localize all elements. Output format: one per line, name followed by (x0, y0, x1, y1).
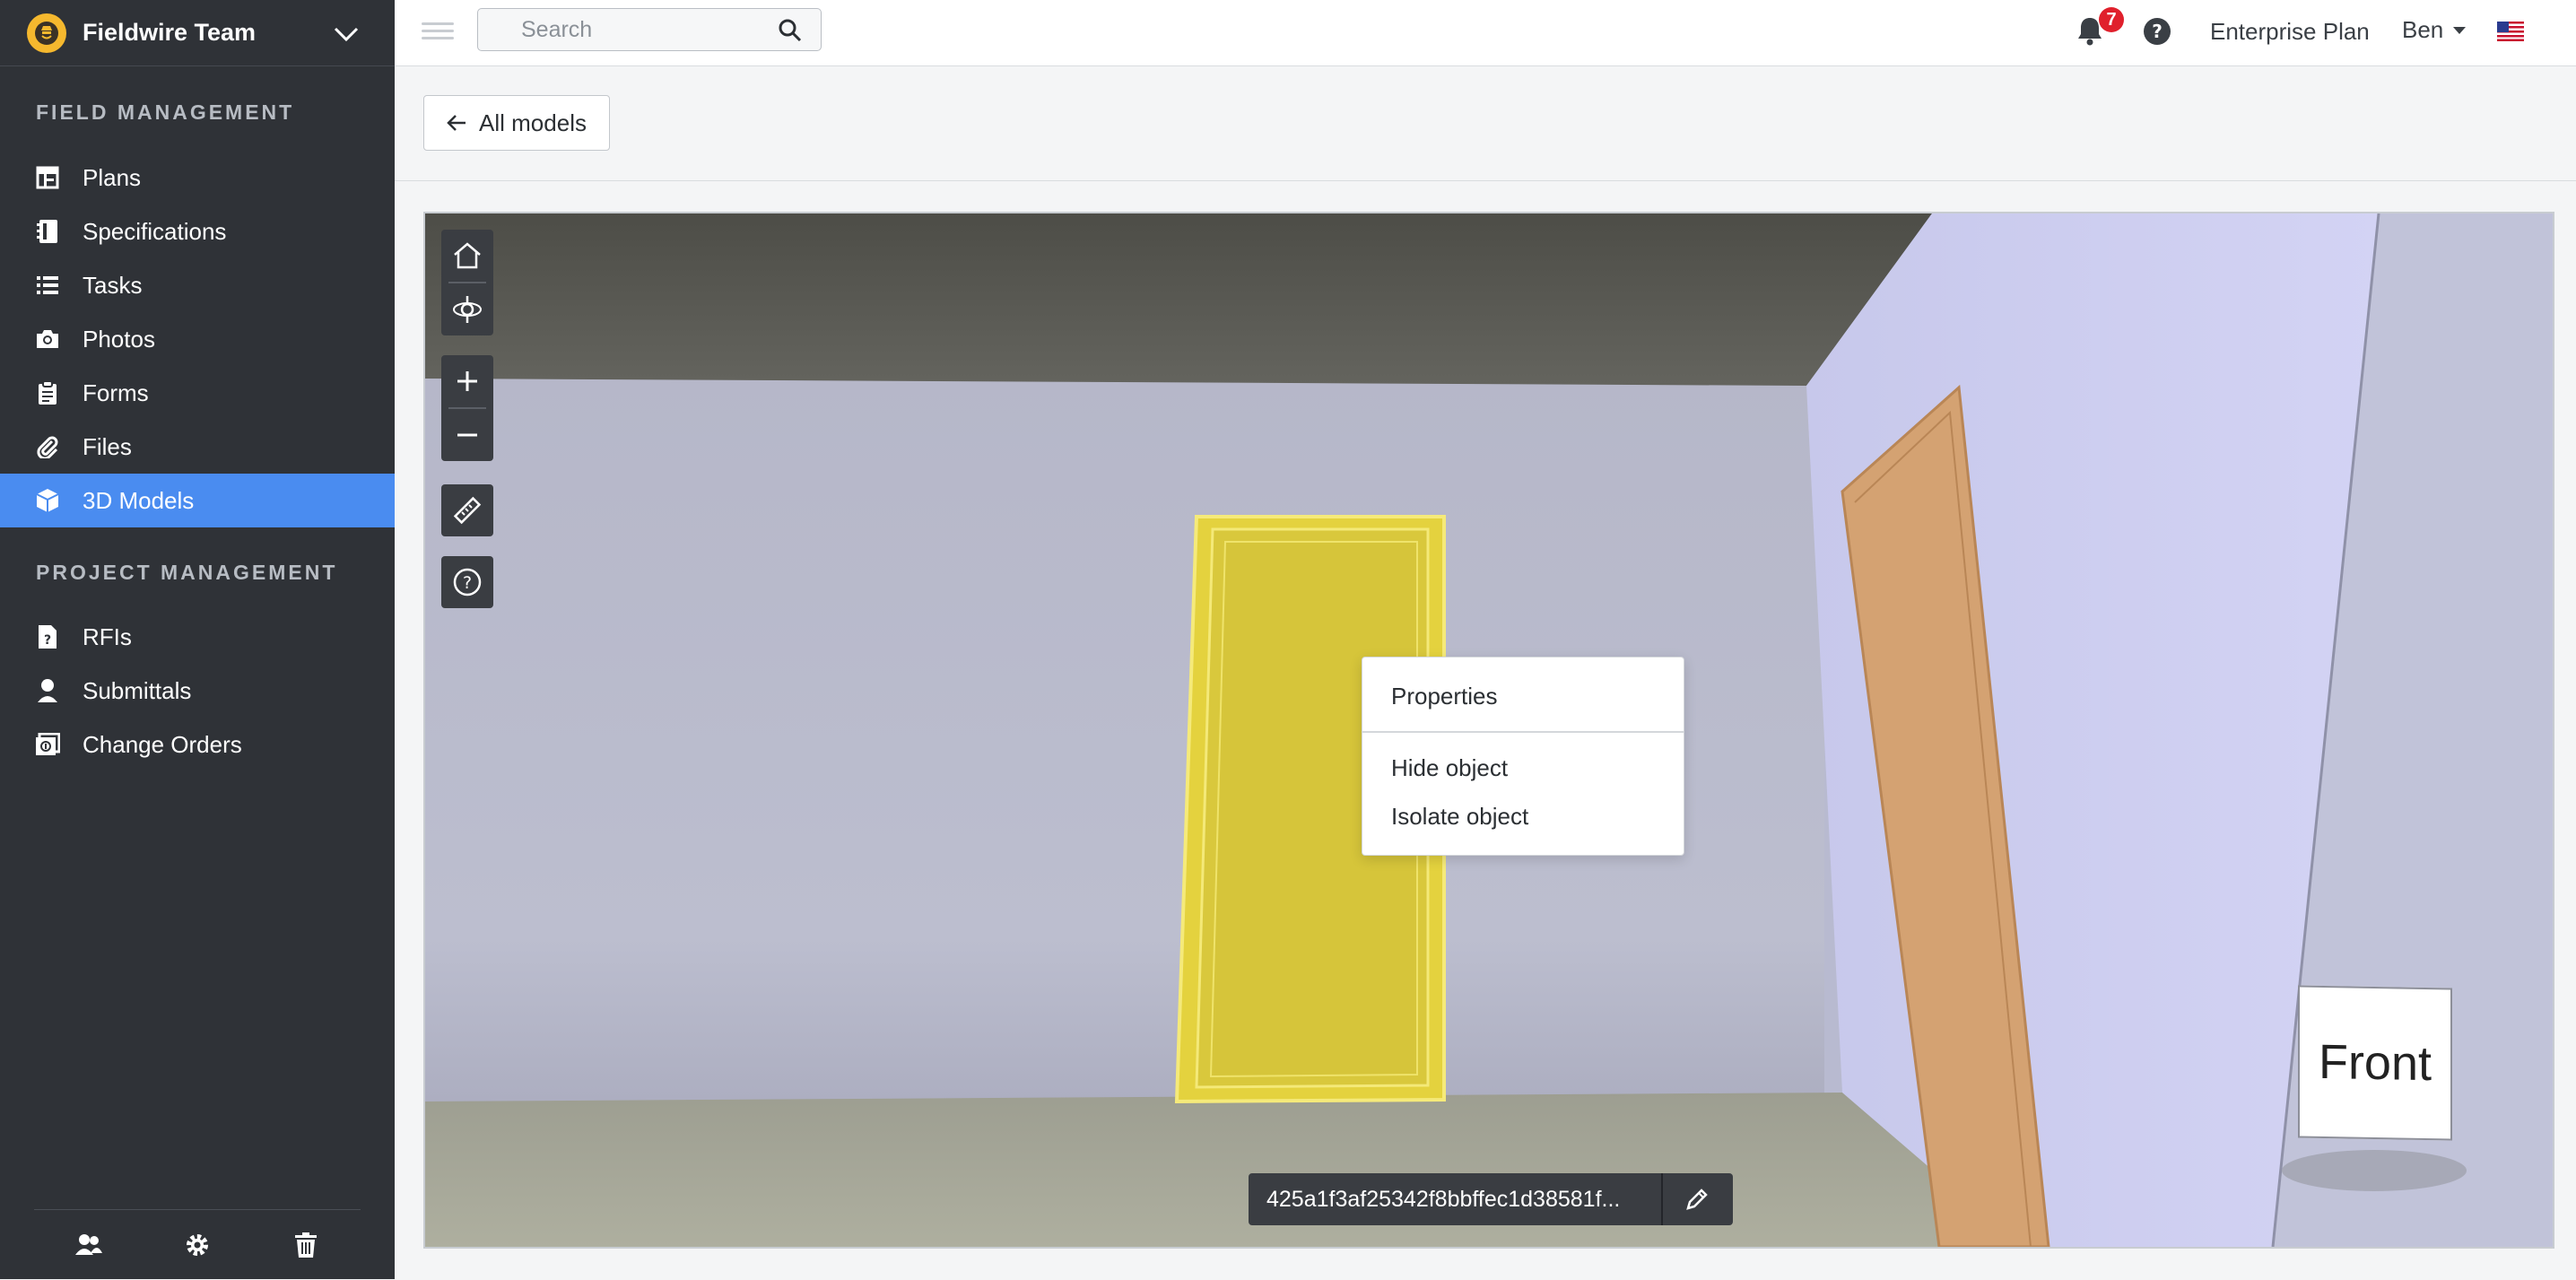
properties-menu-item[interactable]: Properties (1391, 683, 1498, 710)
sidebar-item-photos[interactable]: Photos (0, 312, 395, 366)
clipboard-icon (34, 379, 61, 406)
sidebar-item-label: Photos (83, 325, 155, 353)
paperclip-icon (34, 433, 61, 460)
sidebar-item-label: RFIs (83, 623, 132, 650)
orbit-icon[interactable] (441, 283, 493, 335)
section-title-field-management: FIELD MANAGEMENT (36, 100, 295, 124)
section-title-project-management: PROJECT MANAGEMENT (36, 561, 338, 584)
svg-text:?: ? (44, 633, 51, 648)
change-orders-icon (34, 731, 61, 758)
sidebar-item-label: Submittals (83, 676, 192, 704)
gear-icon[interactable] (178, 1225, 217, 1265)
all-models-button[interactable]: All models (423, 95, 610, 151)
sidebar-item-label: Files (83, 432, 132, 460)
chevron-down-icon (334, 27, 359, 42)
floor[interactable] (425, 1093, 2022, 1247)
sidebar-item-label: Tasks (83, 271, 143, 299)
ceiling[interactable] (425, 213, 1932, 386)
ruler-icon[interactable] (441, 484, 493, 536)
help-circle-icon[interactable]: ? (441, 556, 493, 608)
view-cube-shadow (2282, 1150, 2467, 1191)
menu-divider (1362, 731, 1684, 733)
sidebar-item-plans[interactable]: Plans (0, 151, 395, 205)
zoom-toolbar (441, 355, 493, 461)
object-context-menu: Properties Hide object Isolate object (1362, 657, 1684, 856)
sidebar-item-label: Change Orders (83, 730, 242, 758)
camera-icon (34, 326, 61, 353)
zoom-out-icon[interactable] (441, 409, 493, 461)
rfi-icon: ? (34, 623, 61, 650)
top-bar: 7 ? Enterprise Plan Ben (395, 0, 2576, 66)
us-flag-icon[interactable] (2497, 22, 2524, 41)
sidebar-item-tasks[interactable]: Tasks (0, 258, 395, 312)
trash-icon[interactable] (286, 1225, 326, 1265)
sidebar-item-files[interactable]: Files (0, 420, 395, 474)
user-name: Ben (2402, 16, 2444, 43)
sidebar-item-forms[interactable]: Forms (0, 366, 395, 420)
svg-text:?: ? (2152, 21, 2163, 42)
all-models-label: All models (479, 109, 587, 136)
hamburger-menu-icon[interactable] (422, 18, 454, 47)
sidebar-item-change-orders[interactable]: Change Orders (0, 718, 395, 771)
measure-toolbar (441, 484, 493, 536)
users-icon[interactable] (69, 1225, 109, 1265)
specifications-icon (34, 218, 61, 245)
svg-text:?: ? (463, 573, 472, 593)
sidebar: Fieldwire Team FIELD MANAGEMENT Plans Sp… (0, 0, 395, 1279)
3d-model-viewer[interactable]: ? Properties Hide object Isolate object … (423, 212, 2554, 1249)
isolate-object-menu-item[interactable]: Isolate object (1391, 803, 1528, 831)
model-id-text: 425a1f3af25342f8bbffec1d38581f... (1266, 1186, 1621, 1212)
view-cube-front[interactable]: Front (2298, 985, 2452, 1141)
sidebar-item-label: 3D Models (83, 486, 195, 514)
tasks-icon (34, 272, 61, 299)
user-menu[interactable]: Ben (2402, 16, 2467, 44)
models-subheader: All models (395, 66, 2576, 181)
enterprise-plan-link[interactable]: Enterprise Plan (2210, 18, 2370, 46)
sidebar-item-specifications[interactable]: Specifications (0, 205, 395, 258)
navigation-toolbar (441, 230, 493, 335)
sidebar-item-label: Plans (83, 163, 142, 191)
arrow-left-icon (447, 115, 466, 131)
pencil-icon[interactable] (1663, 1173, 1731, 1225)
search-box (477, 8, 822, 51)
search-icon[interactable] (778, 18, 803, 43)
sidebar-item-rfis[interactable]: ? RFIs (0, 610, 395, 664)
caret-down-icon (2453, 26, 2467, 34)
search-input[interactable] (478, 9, 765, 50)
person-icon (34, 677, 61, 704)
sidebar-item-3d-models[interactable]: 3D Models (0, 474, 395, 527)
home-icon[interactable] (441, 230, 493, 282)
fieldwire-logo-icon (27, 13, 66, 53)
plans-icon (34, 164, 61, 191)
cube-icon (34, 487, 61, 514)
team-switcher[interactable]: Fieldwire Team (0, 0, 395, 66)
help-icon[interactable]: ? (2142, 16, 2172, 47)
sidebar-item-submittals[interactable]: Submittals (0, 664, 395, 718)
zoom-in-icon[interactable] (441, 355, 493, 407)
sidebar-item-label: Specifications (83, 217, 227, 245)
sidebar-item-label: Forms (83, 379, 149, 406)
hide-object-menu-item[interactable]: Hide object (1391, 754, 1508, 782)
sidebar-footer (34, 1209, 361, 1280)
model-id-bar: 425a1f3af25342f8bbffec1d38581f... (1249, 1173, 1733, 1225)
notification-badge: 7 (2099, 7, 2124, 32)
help-toolbar: ? (441, 556, 493, 608)
team-name: Fieldwire Team (83, 19, 257, 46)
